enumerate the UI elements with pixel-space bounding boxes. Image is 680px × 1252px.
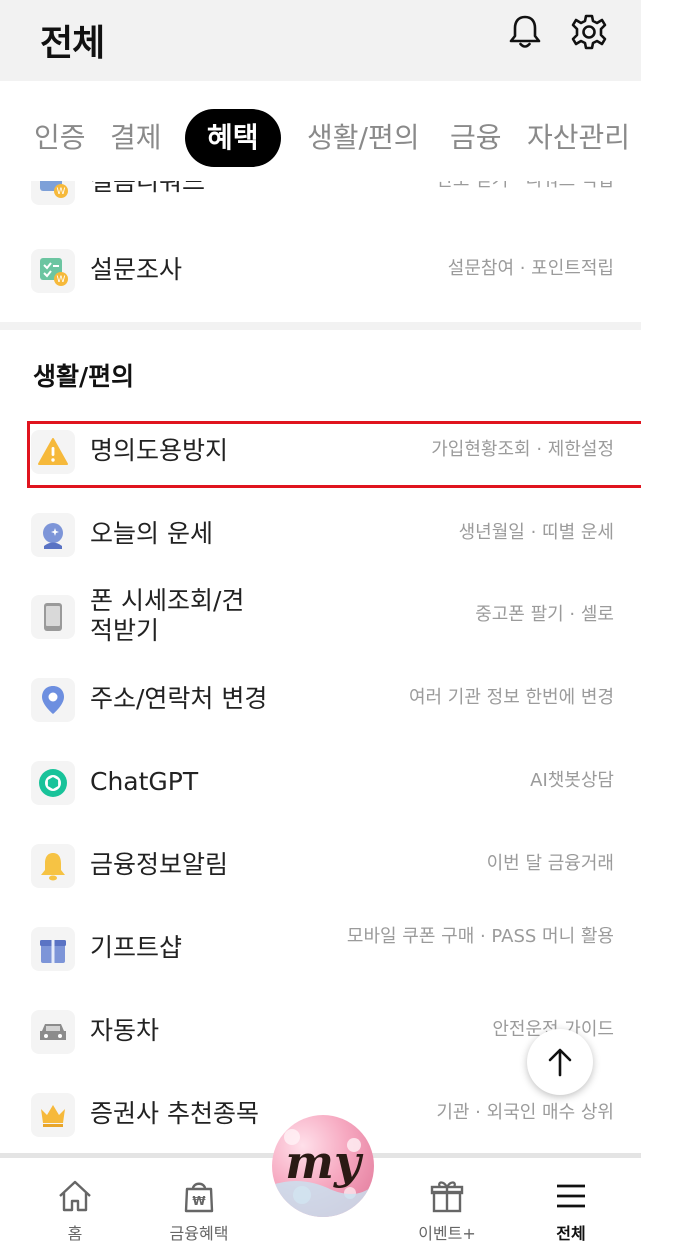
item-label: 금융정보알림 xyxy=(90,850,229,879)
crown-icon xyxy=(31,1093,75,1137)
chatgpt-icon xyxy=(31,761,75,805)
top-header: 전체 xyxy=(0,0,641,81)
section-title-living: 생활/편의 xyxy=(33,362,135,391)
nav-label: 이벤트+ xyxy=(418,1224,476,1243)
home-icon xyxy=(59,1180,91,1212)
nav-home[interactable]: 홈 xyxy=(25,1176,125,1244)
list-item-phone-price[interactable]: 폰 시세조회/견적받기 중고폰 팔기 · 셀로 xyxy=(0,579,641,659)
item-desc: 이번 달 금융거래 xyxy=(486,853,614,874)
item-label: 폰 시세조회/견적받기 xyxy=(90,586,245,645)
list-item-finance-alert[interactable]: 금융정보알림 이번 달 금융거래 xyxy=(0,828,641,908)
scroll-to-top-button[interactable] xyxy=(527,1029,593,1095)
tab-asset[interactable]: 자산관리 xyxy=(527,109,630,167)
bell-icon[interactable] xyxy=(505,12,545,52)
svg-text:W: W xyxy=(57,275,66,285)
shopping-bag-won-icon: ₩ xyxy=(184,1182,214,1213)
item-label: 설문조사 xyxy=(90,255,183,284)
item-desc: 중고폰 팔기 · 셀로 xyxy=(475,604,614,625)
phone-icon xyxy=(31,595,75,639)
my-label: my xyxy=(285,1135,361,1189)
item-desc: 여러 기관 정보 한번에 변경 xyxy=(408,687,614,708)
item-label: 주소/연락처 변경 xyxy=(90,684,268,713)
nav-events[interactable]: 이벤트+ xyxy=(397,1176,497,1244)
my-avatar-button[interactable]: my xyxy=(272,1115,374,1217)
item-label: 자동차 xyxy=(90,1016,160,1045)
menu-icon xyxy=(557,1184,585,1208)
tab-finance[interactable]: 금융 xyxy=(450,109,502,167)
gift-outline-icon xyxy=(430,1181,464,1213)
item-desc: AI챗봇상담 xyxy=(530,770,614,791)
list-item-gift-shop[interactable]: 기프트샵 모바일 쿠폰 구매 · PASS 머니 활용 xyxy=(0,911,641,991)
nav-label: 홈 xyxy=(67,1224,83,1243)
item-desc: 모바일 쿠폰 구매 · PASS 머니 활용 xyxy=(346,926,614,947)
list-item-chatgpt[interactable]: ChatGPT AI챗봇상담 xyxy=(0,745,641,825)
bell-yellow-icon xyxy=(31,844,75,888)
nav-label: 금융혜택 xyxy=(169,1224,229,1243)
page-title: 전체 xyxy=(40,23,105,64)
item-label: 증권사 추천종목 xyxy=(90,1099,259,1128)
screen-margin xyxy=(641,0,680,1252)
item-desc: 설문참여 · 포인트적립 xyxy=(447,258,614,279)
location-pin-icon xyxy=(31,678,75,722)
nav-label: 전체 xyxy=(556,1224,586,1243)
nav-all[interactable]: 전체 xyxy=(521,1176,621,1244)
app-screen: 전체 인증 결제 혜택 생활/편의 금융 자산관리 W 걸음리워드 W 설문조사… xyxy=(0,0,641,1252)
gear-icon[interactable] xyxy=(569,12,609,52)
gift-icon xyxy=(31,927,75,971)
section-divider xyxy=(0,322,641,330)
svg-text:₩: ₩ xyxy=(192,1194,206,1208)
item-label: 오늘의 운세 xyxy=(90,519,213,548)
nav-finance-benefits[interactable]: ₩ 금융혜택 xyxy=(149,1176,249,1244)
list-item-survey[interactable]: W 설문조사 설문참여 · 포인트적립 xyxy=(0,233,641,313)
list-item-steps-reward[interactable]: W 걸음리워드 만보 걷기 · 리워드 적립 xyxy=(0,181,641,225)
crystal-ball-icon xyxy=(31,513,75,557)
list-item-address-change[interactable]: 주소/연락처 변경 여러 기관 정보 한번에 변경 xyxy=(0,662,641,742)
item-label: 기프트샵 xyxy=(90,933,183,962)
category-tabs: 인증 결제 혜택 생활/편의 금융 자산관리 xyxy=(0,81,641,181)
item-desc: 생년월일 · 띠별 운세 xyxy=(458,522,614,543)
tab-benefits[interactable]: 혜택 xyxy=(185,109,281,167)
car-icon xyxy=(31,1010,75,1054)
svg-text:W: W xyxy=(57,187,66,197)
item-desc: 기관 · 외국인 매수 상위 xyxy=(436,1102,614,1123)
tab-payment[interactable]: 결제 xyxy=(110,109,162,167)
item-desc: 만보 걷기 · 리워드 적립 xyxy=(436,181,614,193)
arrow-up-icon xyxy=(548,1048,572,1077)
steps-reward-icon: W xyxy=(31,181,75,205)
tab-auth[interactable]: 인증 xyxy=(34,109,86,167)
item-label: 걸음리워드 xyxy=(90,181,206,196)
tab-living[interactable]: 생활/편의 xyxy=(307,109,419,167)
menu-list: W 걸음리워드 만보 걷기 · 리워드 적립 W 설문조사 설문참여 · 포인트… xyxy=(0,181,641,1151)
item-label: ChatGPT xyxy=(90,767,199,796)
list-item-fortune[interactable]: 오늘의 운세 생년월일 · 띠별 운세 xyxy=(0,497,641,577)
survey-icon: W xyxy=(31,249,75,293)
highlight-box xyxy=(27,421,641,488)
